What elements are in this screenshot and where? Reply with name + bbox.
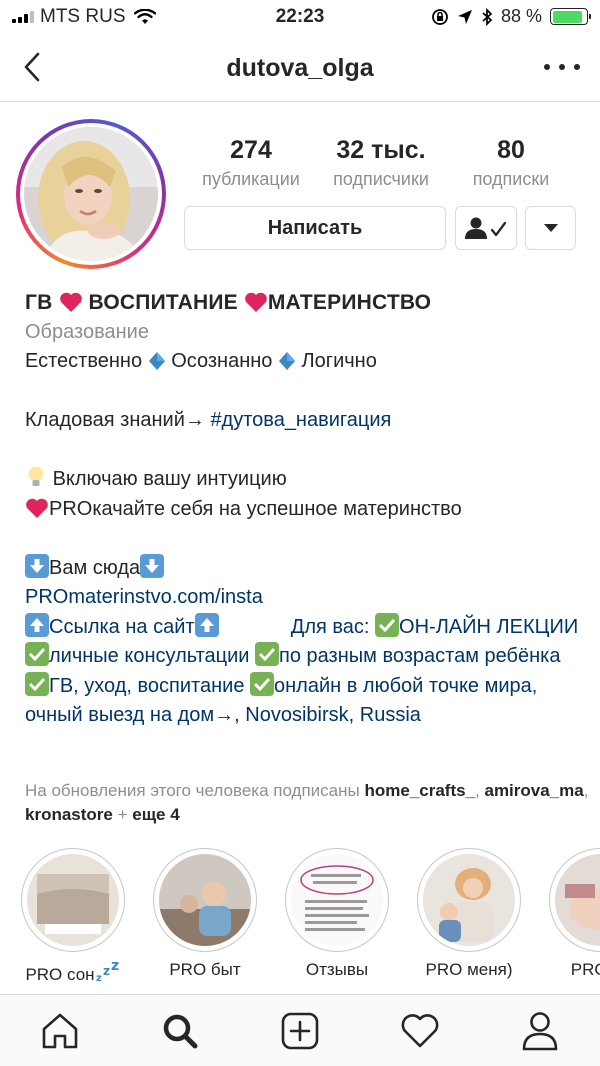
blue-diamond-icon [148,352,165,370]
bio-line: PROкачайте себя на успешное материнство [25,495,585,525]
blue-diamond-icon [278,352,295,370]
follower-link[interactable]: home_crafts_ [364,781,475,800]
highlight-item[interactable]: PRO меня) [414,848,524,980]
bio-line: Вам сюда [25,553,585,584]
bluetooth-icon [482,7,493,26]
followers-value: 32 тыс. [336,136,426,164]
up-arrow-icon [25,612,49,637]
lightbulb-icon [28,466,44,486]
check-mark-icon [255,642,280,666]
highlight-label: PRO сон z z z [25,958,119,984]
check-mark-icon [375,612,400,637]
followers-count[interactable]: 32 тыс. подписчики [316,136,446,190]
sleeping-zzz-icon: zz z [96,958,119,984]
profile-full-name: ГВ ВОСПИТАНИЕ МАТЕРИНСТВО [25,291,432,314]
svg-text:z: z [96,973,102,982]
caret-down-icon [543,224,558,232]
message-button[interactable]: Написать [184,206,446,250]
up-arrow-icon [194,612,219,637]
bio-line: Естественно Осознанно Логично [25,350,377,372]
following-value: 80 [497,136,525,164]
profile-category: Образование [25,320,149,343]
add-post-icon [281,1012,319,1049]
highlight-label: PRO меня) [425,960,513,979]
battery-percent: 88 % [500,6,542,26]
story-highlights: PRO сонzzz PRO быт Отзывы PRO меня) PRO … [0,848,600,988]
posts-count[interactable]: 274 публикации [186,136,316,190]
location-icon [457,9,472,24]
status-bar: MTS RUS 22:23 88 % [0,0,600,36]
follower-link[interactable]: amirova_ma [484,781,583,800]
battery-icon [550,8,591,25]
address-text[interactable]: Ссылка на сайт Для вас: ОН-ЛАЙН ЛЕКЦИИ л… [25,612,585,731]
red-heart-icon [26,498,48,518]
profile-header: dutova_olga [0,36,600,102]
following-count[interactable]: 80 подписки [446,136,576,190]
person-check-icon [465,217,507,239]
tab-search[interactable] [150,1001,210,1061]
profile-avatar-story-ring[interactable] [16,119,166,269]
check-mark-icon [250,671,275,696]
highlight-label: PRO быт [169,960,241,979]
check-mark-icon [25,642,49,666]
check-mark-icon [25,671,49,696]
followed-by[interactable]: На обновления этого человека подписаны h… [25,779,595,827]
suggestions-dropdown-button[interactable] [525,206,576,250]
avatar [24,127,158,261]
hashtag-link[interactable]: #дутова_навигация [210,409,391,431]
bio-line: Включаю вашу интуицию [25,465,585,495]
profile-stats: 274 публикации 32 тыс. подписчики 80 под… [186,136,576,190]
red-heart-icon [245,292,267,312]
profile-bio: ГВ ВОСПИТАНИЕ МАТЕРИНСТВО Образование Ес… [25,288,585,731]
heart-icon [401,1013,439,1047]
search-icon [163,1014,198,1048]
svg-text:z: z [103,964,110,978]
down-arrow-icon [25,553,49,578]
tab-new-post[interactable] [270,1001,330,1061]
highlight-cover [423,854,515,946]
profile-icon [522,1011,558,1050]
more-options-icon[interactable] [544,54,580,80]
highlight-item[interactable]: PRO дв [546,848,600,980]
highlight-label: Отзывы [305,960,369,979]
highlight-item[interactable]: Отзывы [282,848,392,980]
posts-label: публикации [202,169,300,189]
highlight-cover [291,854,383,946]
follower-link[interactable]: kronastore [25,805,113,824]
website-link[interactable]: PROmaterinstvo.com/insta [25,583,585,613]
orientation-lock-icon [432,8,448,25]
tab-home[interactable] [30,1001,90,1061]
more-followers-link[interactable]: еще 4 [132,805,179,824]
tab-profile[interactable] [510,1001,570,1061]
bio-line: Кладовая знаний→ #дутова_навигация [25,409,392,431]
home-icon [42,1013,78,1048]
highlight-label: PRO дв [570,960,600,979]
following-label: подписки [472,169,550,189]
highlight-cover [555,854,600,946]
highlight-item[interactable]: PRO быт [150,848,260,980]
username-title: dutova_olga [226,54,374,82]
highlight-cover [159,854,251,946]
red-heart-icon [59,292,82,312]
posts-value: 274 [230,136,272,164]
tab-activity[interactable] [390,1001,450,1061]
bottom-tab-bar [0,994,600,1066]
svg-text:z: z [111,960,119,974]
highlight-cover [27,854,119,946]
down-arrow-icon [140,553,165,578]
following-button[interactable] [455,206,517,250]
highlight-item[interactable]: PRO сон z z z [18,848,128,985]
followers-label: подписчики [333,169,429,189]
status-right: 88 % [431,6,591,27]
